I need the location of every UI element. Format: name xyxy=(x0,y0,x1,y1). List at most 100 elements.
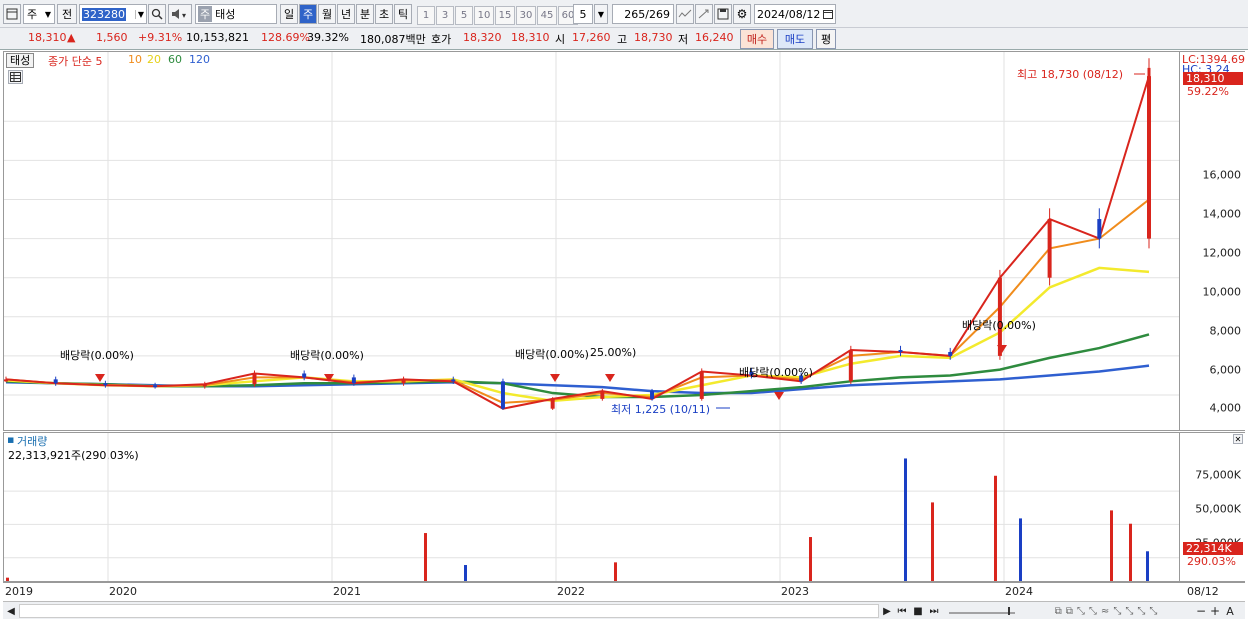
zoom-out-icon[interactable]: − xyxy=(1195,604,1207,618)
chevron-down-icon[interactable]: ▼ xyxy=(594,4,608,24)
scroll-left-icon[interactable]: ◀ xyxy=(5,604,17,618)
date-value: 2024/08/12 xyxy=(757,7,821,21)
calendar-icon xyxy=(823,10,833,19)
high-price: 18,730 xyxy=(634,31,673,44)
y-tick: 12,000 xyxy=(1202,246,1242,260)
change-percent: +9.31% xyxy=(138,31,183,44)
interval-button[interactable]: 5 xyxy=(455,6,473,25)
interval-button[interactable]: 45 xyxy=(537,6,557,25)
interval-button[interactable]: 15 xyxy=(495,6,515,25)
period-button[interactable]: 년 xyxy=(337,4,355,24)
candle-body xyxy=(53,379,58,384)
drawing-tools-icon[interactable]: ⧉⧉⤡⤡≈⤡⤡⤡⤡ xyxy=(1023,604,1193,618)
zoom-in-icon[interactable]: + xyxy=(1209,604,1221,618)
x-tick: 2021 xyxy=(333,585,361,598)
volume-bar xyxy=(1146,551,1149,581)
trade-amount: 180,087백만 xyxy=(360,33,426,46)
dividend-label: 배당락(0.00%) xyxy=(290,349,364,362)
period-button[interactable]: 틱 xyxy=(394,4,412,24)
window-menu-icon[interactable] xyxy=(3,4,21,24)
interval-button[interactable]: 3 xyxy=(436,6,454,25)
avg-label: 평 xyxy=(820,33,832,46)
x-end-label: 08/12 xyxy=(1187,585,1219,598)
date-field[interactable]: 2024/08/12 xyxy=(754,4,836,24)
y-tick: 10,000 xyxy=(1202,285,1242,299)
market-select[interactable]: 주 ▼ xyxy=(23,4,55,24)
interval-button[interactable]: 10 xyxy=(474,6,494,25)
stock-badge: 주 xyxy=(198,6,213,22)
price-y-axis: 16,000 14,000 12,000 10,000 8,000 6,000 … xyxy=(1179,52,1245,430)
search-icon[interactable] xyxy=(148,4,166,24)
hc-label: HC: 3.24 xyxy=(1182,63,1230,72)
forward-icon[interactable]: ⏭ xyxy=(927,604,941,618)
x-tick: 2020 xyxy=(109,585,137,598)
stock-code-input[interactable]: 323280 ▼ xyxy=(79,4,147,24)
x-axis: 2019 2020 2021 2022 2023 2024 08/12 xyxy=(3,582,1245,600)
candle-body xyxy=(650,391,655,399)
volume-ratio: 128.69% xyxy=(261,31,310,44)
x-tick: 2022 xyxy=(557,585,585,598)
candle-body xyxy=(401,379,406,384)
chevron-down-icon: ▼ xyxy=(44,9,51,19)
market-select-value: 주 xyxy=(27,8,38,21)
current-percent-marker: 59.22% xyxy=(1187,85,1229,98)
volume-bar xyxy=(1110,510,1113,581)
candle-body xyxy=(600,391,605,399)
speaker-icon[interactable]: ▾ xyxy=(168,4,192,24)
bottom-scrollbar[interactable]: ◀ ▶ ⏮ ■ ⏭ ⧉⧉⤡⤡≈⤡⤡⤡⤡ − + A xyxy=(3,601,1245,619)
current-volume-marker: 22,314K xyxy=(1183,542,1243,555)
font-size-icon[interactable]: A xyxy=(1223,604,1237,618)
candle-body xyxy=(500,381,505,409)
save-icon[interactable] xyxy=(714,4,732,24)
period-button[interactable]: 주 xyxy=(299,4,317,24)
zoom-slider[interactable] xyxy=(947,604,1017,618)
scroll-track[interactable] xyxy=(19,604,879,618)
price-chart-plot[interactable] xyxy=(4,52,1179,430)
scroll-right-icon[interactable]: ▶ xyxy=(881,604,893,618)
trade-volume: 10,153,821 xyxy=(186,31,249,44)
candle-body xyxy=(550,398,555,409)
period-button[interactable]: 월 xyxy=(318,4,336,24)
draw-tool-icon[interactable] xyxy=(695,4,713,24)
interval-button[interactable]: 30 xyxy=(516,6,536,25)
gear-icon[interactable]: ⚙ xyxy=(733,4,751,24)
turnover: 39.32% xyxy=(307,31,349,44)
period-button[interactable]: 초 xyxy=(375,4,393,24)
rewind-icon[interactable]: ⏮ xyxy=(895,604,909,618)
volume-chart-plot[interactable] xyxy=(4,433,1179,581)
volume-bar xyxy=(6,577,9,581)
stock-name-field[interactable]: 주 태성 xyxy=(195,4,277,24)
period-button[interactable]: 분 xyxy=(356,4,374,24)
y-tick: 6,000 xyxy=(1209,363,1242,377)
period-button[interactable]: 일 xyxy=(280,4,298,24)
x-tick: 2024 xyxy=(1005,585,1033,598)
chart-toolbar: 주 ▼ 전 323280 ▼ ▾ 주 태성 일주월년분초틱 1 3 5 10 15 30 4… xyxy=(0,0,1248,28)
dividend-label: 배당락(0.00%) xyxy=(739,366,813,379)
dividend-label-2: 25.00%) xyxy=(590,346,637,359)
x-tick: 2019 xyxy=(5,585,33,598)
y-tick: 16,000 xyxy=(1202,168,1242,182)
sell-label: 매도 xyxy=(784,33,806,46)
candle-body xyxy=(302,373,307,378)
indicator-icon[interactable] xyxy=(676,4,694,24)
interval-custom-value[interactable]: 5 xyxy=(573,4,593,24)
dividend-marker xyxy=(95,374,105,382)
y-tick: 75,000K xyxy=(1195,468,1241,482)
ma-line-120 xyxy=(5,364,1150,395)
candle-body xyxy=(252,373,257,385)
close-icon[interactable]: ✕ xyxy=(1233,434,1243,444)
sell-button[interactable]: 매도 xyxy=(777,29,813,49)
count-field[interactable]: 265/269 xyxy=(612,4,674,24)
count-total: /269 xyxy=(645,7,670,21)
buy-button[interactable]: 매수 xyxy=(740,29,774,49)
candle-body xyxy=(948,351,953,356)
x-tick: 2023 xyxy=(781,585,809,598)
avg-button[interactable]: 평 xyxy=(816,29,836,49)
stop-icon[interactable]: ■ xyxy=(911,604,925,618)
jeon-button[interactable]: 전 xyxy=(57,4,77,24)
volume-bar xyxy=(931,502,934,581)
candle-body xyxy=(4,379,8,382)
interval-button[interactable]: 1 xyxy=(417,6,435,25)
dividend-marker xyxy=(550,374,560,382)
high-annotation: 최고 18,730 (08/12) xyxy=(1017,68,1124,81)
